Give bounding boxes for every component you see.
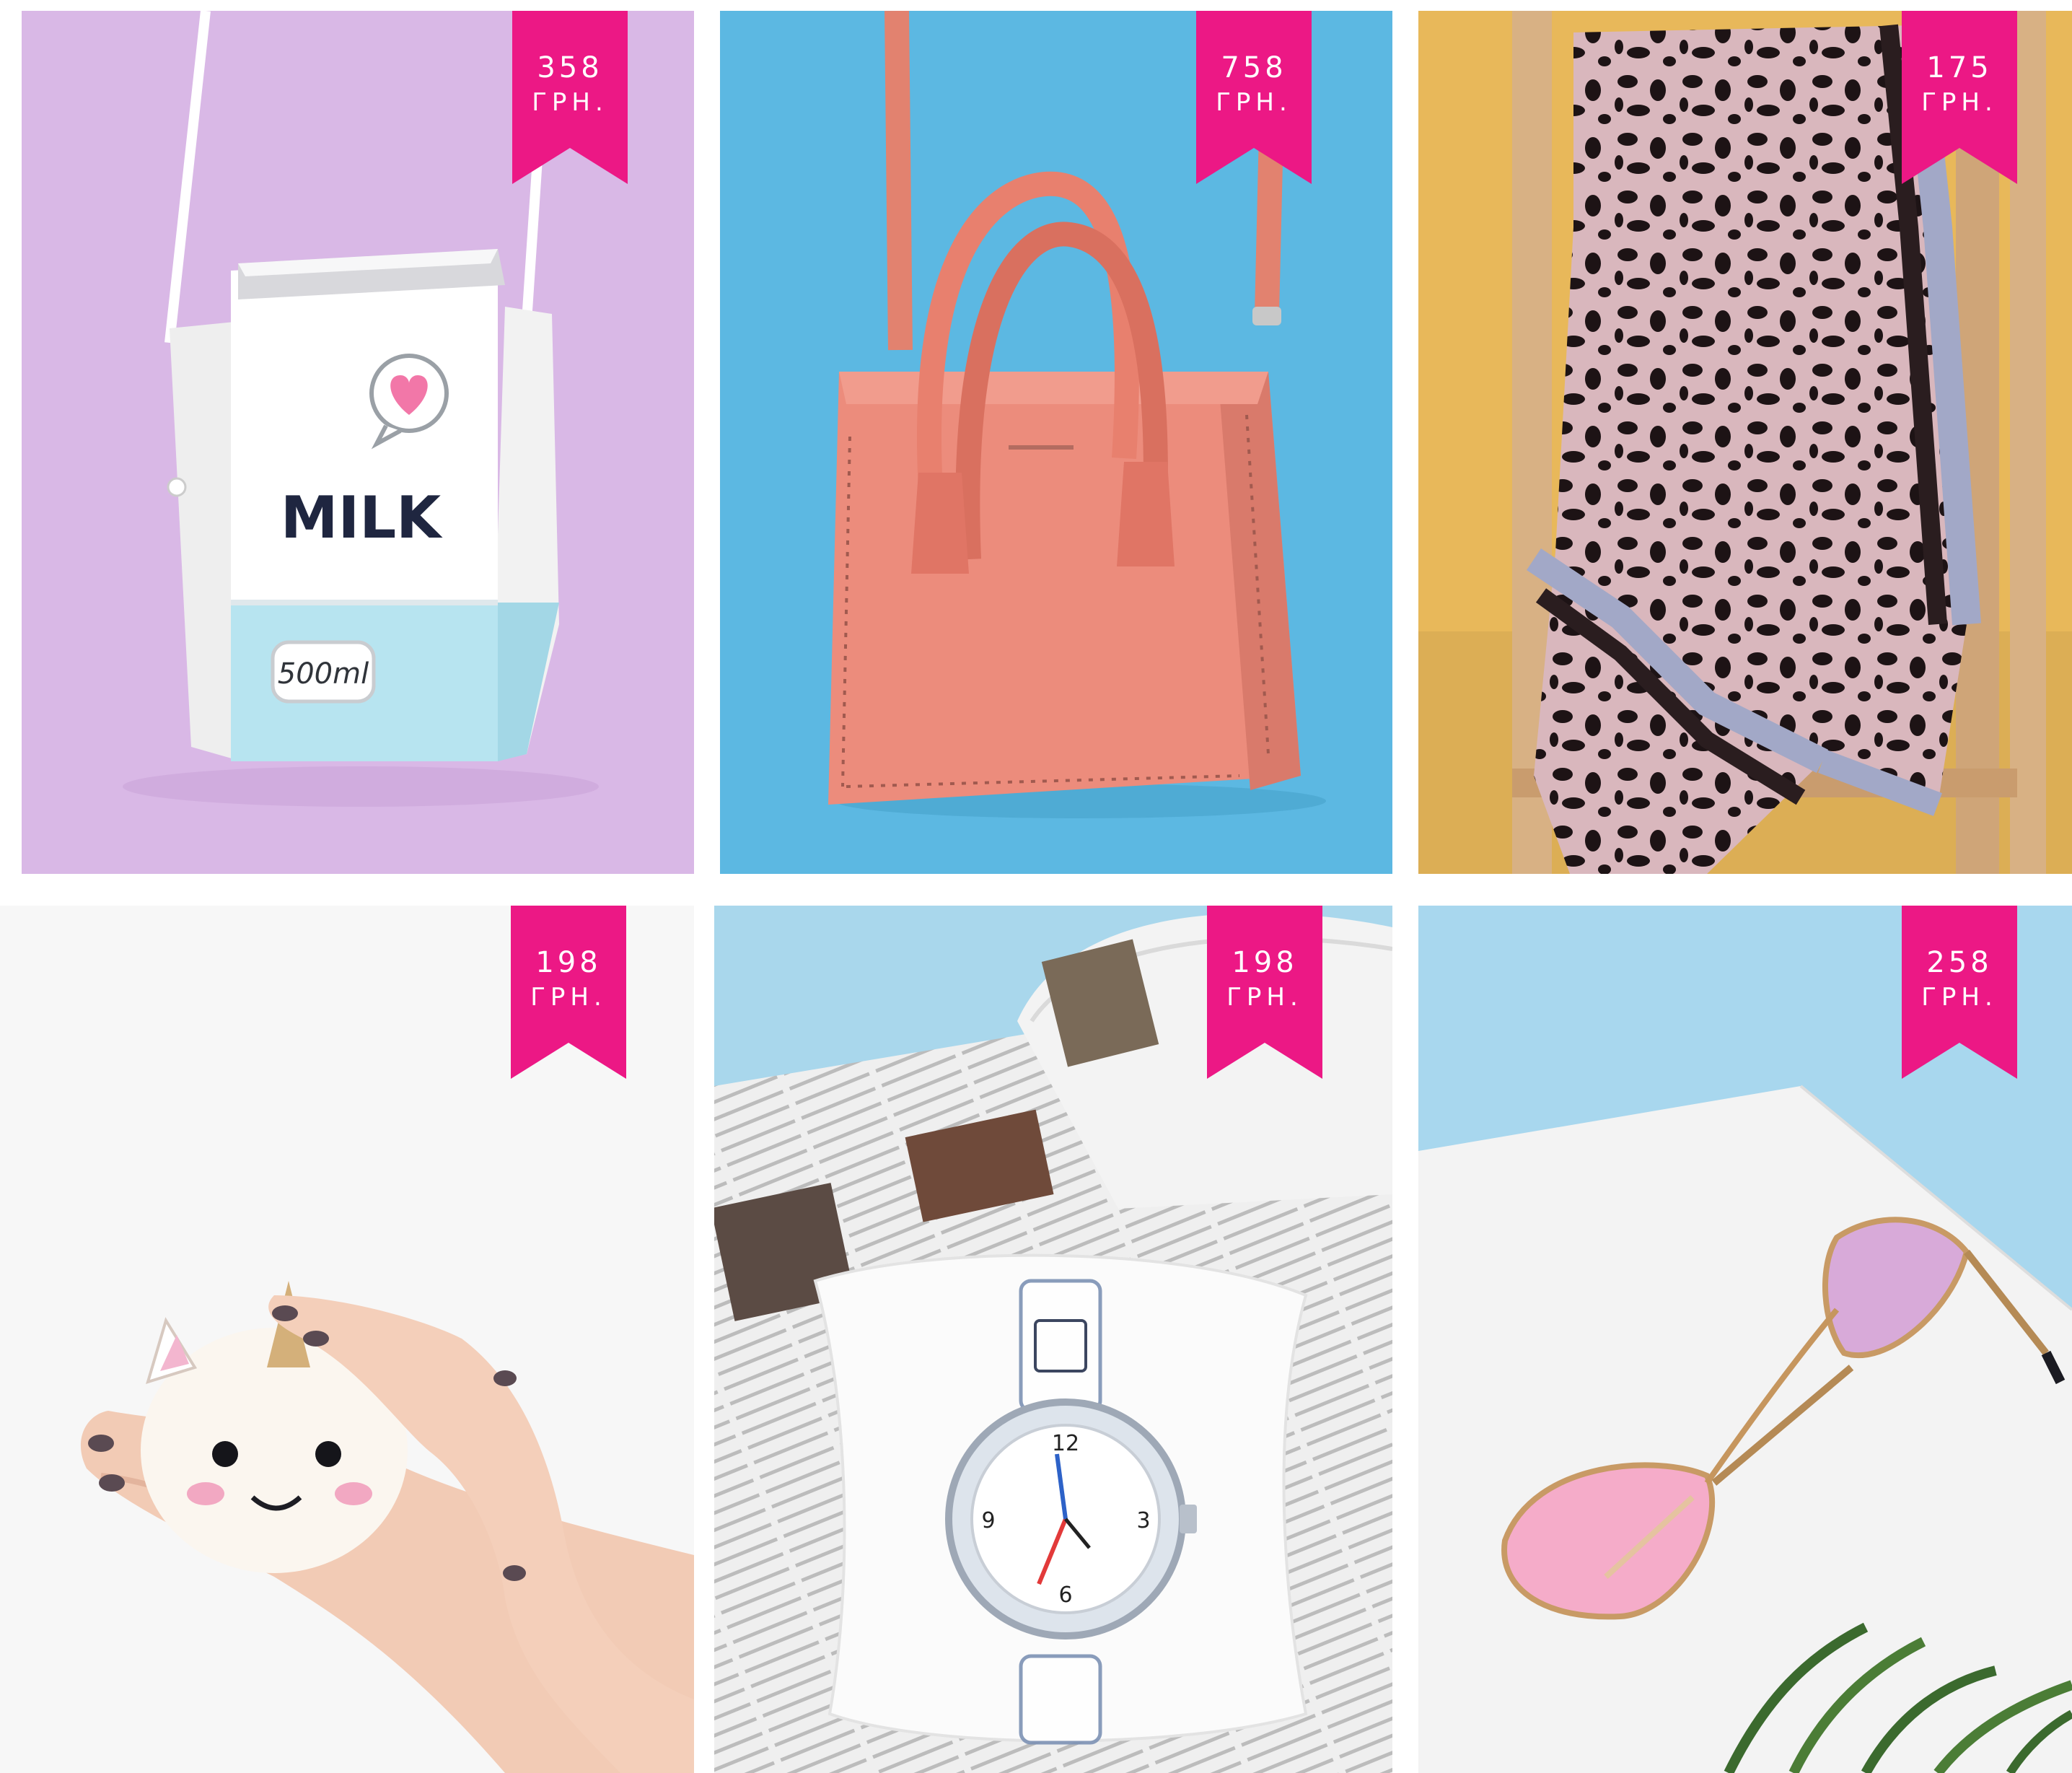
price-value: 198 bbox=[1232, 946, 1298, 979]
price-currency: ГРН. bbox=[530, 983, 607, 1012]
svg-text:3: 3 bbox=[1136, 1508, 1150, 1533]
svg-text:12: 12 bbox=[1052, 1431, 1079, 1456]
price-ribbon: 358 ГРН. bbox=[512, 11, 628, 184]
svg-text:9: 9 bbox=[981, 1508, 995, 1533]
price-value: 198 bbox=[535, 946, 602, 979]
price-currency: ГРН. bbox=[1921, 983, 1998, 1012]
price-ribbon: 258 ГРН. bbox=[1902, 906, 2017, 1079]
price-currency: ГРН. bbox=[532, 88, 608, 117]
price-currency: ГРН. bbox=[1226, 983, 1303, 1012]
product-card-coral-handbag[interactable]: 758 ГРН. bbox=[720, 11, 1392, 874]
product-card-unicorn-mug[interactable]: 198 ГРН. bbox=[0, 906, 694, 1773]
product-card-milk-bag[interactable]: MILK 500ml 358 ГРН. bbox=[22, 11, 694, 874]
price-value: 358 bbox=[537, 51, 603, 84]
price-ribbon: 198 ГРН. bbox=[511, 906, 626, 1079]
product-card-clear-watch[interactable]: 12 3 6 9 198 ГРН. bbox=[714, 906, 1392, 1773]
svg-text:500ml: 500ml bbox=[278, 657, 369, 691]
price-ribbon: 198 ГРН. bbox=[1207, 906, 1322, 1079]
product-card-leopard-scarf[interactable]: 175 ГРН. bbox=[1418, 11, 2072, 874]
price-value: 758 bbox=[1221, 51, 1287, 84]
price-ribbon: 175 ГРН. bbox=[1902, 11, 2017, 184]
price-currency: ГРН. bbox=[1216, 88, 1292, 117]
product-card-pink-sunglasses[interactable]: 258 ГРН. bbox=[1418, 906, 2072, 1773]
price-ribbon: 758 ГРН. bbox=[1196, 11, 1312, 184]
price-currency: ГРН. bbox=[1921, 88, 1998, 117]
price-value: 175 bbox=[1926, 51, 1993, 84]
milk-print: MILK bbox=[281, 484, 443, 551]
price-value: 258 bbox=[1926, 946, 1993, 979]
svg-text:6: 6 bbox=[1058, 1582, 1072, 1608]
